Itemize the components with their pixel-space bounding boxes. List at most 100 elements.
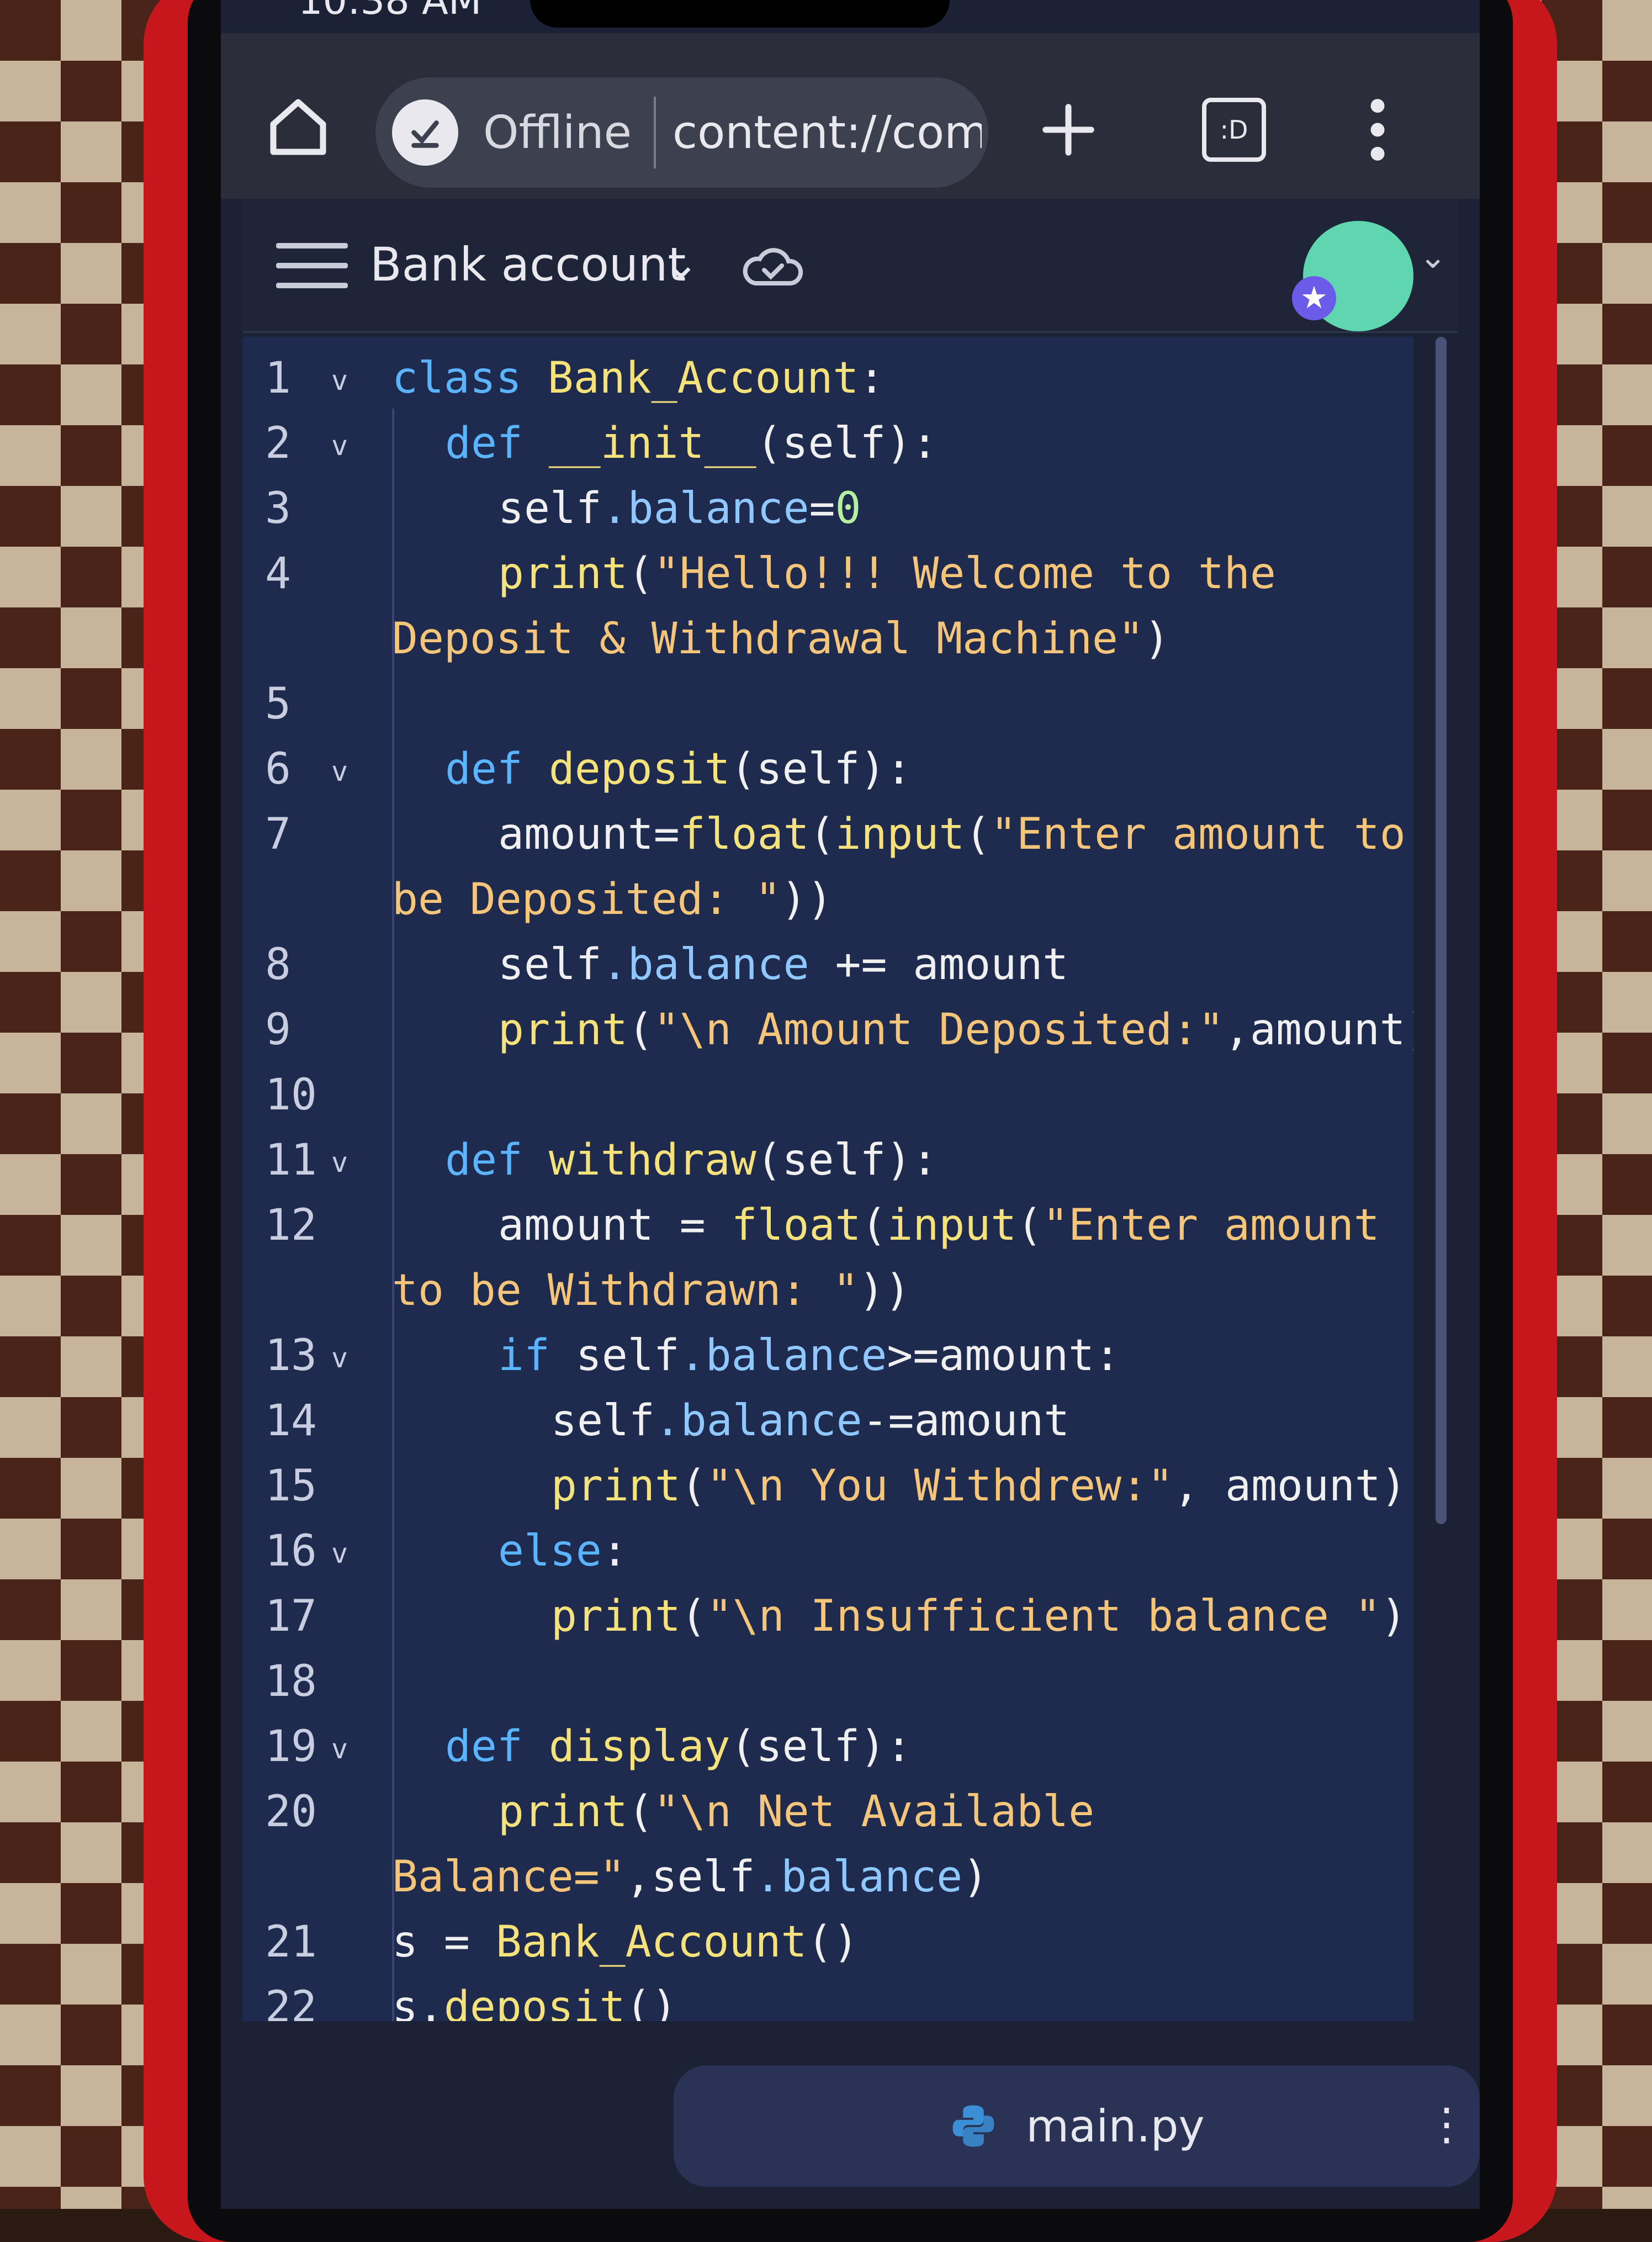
code-text: be Deposited: ")) (392, 875, 833, 924)
code-line[interactable]: 11 v def withdraw(self): (243, 1135, 1413, 1196)
line-number: 12 (265, 1201, 317, 1250)
code-line[interactable]: 16 v else: (243, 1526, 1413, 1587)
cloud-sync-icon[interactable] (740, 246, 806, 290)
code-text: def deposit(self): (445, 744, 912, 794)
code-token: Bank_Account (495, 1917, 807, 1967)
code-line[interactable]: 4 print("Hello!!! Welcome to the (243, 549, 1413, 610)
code-token: .balance (755, 1852, 963, 1902)
code-line[interactable]: be Deposited: ")) (243, 875, 1413, 935)
code-line[interactable]: 6 v def deposit(self): (243, 744, 1413, 805)
code-token: ) (962, 1852, 989, 1902)
code-line[interactable]: 13 v if self.balance>=amount: (243, 1331, 1413, 1392)
code-line[interactable]: to be Withdrawn: ")) (243, 1266, 1413, 1326)
more-options-button[interactable] (1336, 88, 1419, 171)
code-token: display (548, 1722, 730, 1772)
code-line[interactable]: 17 print("\n Insufficient balance ") (243, 1591, 1413, 1652)
code-editor[interactable]: 1 v class Bank_Account: 2 v def __init__(self… (243, 337, 1413, 2021)
menu-button[interactable] (276, 243, 348, 298)
code-line[interactable]: 22 s.deposit() (243, 1982, 1413, 2021)
offline-check-icon (392, 99, 458, 166)
home-button[interactable] (265, 94, 331, 160)
code-line[interactable]: 10 (243, 1070, 1413, 1131)
fold-toggle-icon[interactable]: v (331, 1342, 348, 1374)
line-number: 22 (265, 1982, 317, 2021)
code-token: def (445, 419, 549, 468)
code-token: be Deposited: " (392, 875, 781, 924)
code-token: "\n Insufficient balance " (706, 1591, 1381, 1641)
code-line[interactable]: 12 amount = float(input("Enter amount (243, 1201, 1413, 1261)
code-token: () (807, 1917, 859, 1967)
code-line[interactable]: 14 self.balance-=amount (243, 1396, 1413, 1457)
code-line[interactable]: 15 print("\n You Withdrew:", amount) (243, 1461, 1413, 1522)
code-line[interactable]: 9 print("\n Amount Deposited:",amount) (243, 1005, 1413, 1066)
plus-icon (1042, 104, 1094, 156)
code-token: .balance (679, 1331, 887, 1381)
code-token: .balance (601, 484, 809, 533)
code-token: (self): (730, 744, 912, 794)
code-token: ( (809, 810, 835, 859)
code-line[interactable]: Balance=",self.balance) (243, 1852, 1413, 1913)
file-menu-icon[interactable]: ⋮ (1425, 2098, 1469, 2150)
code-line[interactable]: 20 print("\n Net Available (243, 1787, 1413, 1848)
fold-toggle-icon[interactable]: v (331, 1733, 348, 1765)
code-line[interactable]: 5 (243, 679, 1413, 740)
code-text: amount=float(input("Enter amount to (498, 810, 1406, 859)
code-line[interactable]: 8 self.balance += amount (243, 940, 1413, 1001)
code-token: self (498, 484, 602, 533)
code-text: print("\n Insufficient balance ") (551, 1591, 1407, 1641)
code-line[interactable]: 19 v def display(self): (243, 1722, 1413, 1783)
star-badge-icon: ★ (1292, 276, 1336, 320)
line-number: 8 (265, 940, 291, 990)
code-token: self (575, 1331, 680, 1381)
code-token: )) (781, 875, 833, 924)
code-token: 0 (835, 484, 861, 533)
avatar[interactable]: ★ (1292, 221, 1413, 331)
new-tab-button[interactable] (1027, 88, 1110, 171)
code-text: Balance=",self.balance) (392, 1852, 988, 1902)
project-title[interactable]: Bank account (370, 237, 686, 292)
fold-toggle-icon[interactable]: v (331, 1537, 348, 1569)
code-token: print (498, 1005, 628, 1055)
fold-toggle-icon[interactable]: v (331, 755, 348, 787)
code-token: "\n Net Available (653, 1787, 1095, 1837)
phone-screen: 10:38 AM Offline content://com.\ (221, 0, 1480, 2209)
code-token: "Enter amount (1042, 1201, 1380, 1250)
code-token: ) (1143, 614, 1170, 664)
code-line[interactable]: 7 amount=float(input("Enter amount to (243, 810, 1413, 870)
code-token: .balance (654, 1396, 862, 1446)
code-line[interactable]: 3 self.balance=0 (243, 484, 1413, 544)
code-token: deposit (443, 1982, 626, 2021)
code-token: "\n Amount Deposited:" (653, 1005, 1224, 1055)
code-token: .balance (601, 940, 809, 990)
code-token: ( (861, 1201, 887, 1250)
code-token: self (498, 940, 602, 990)
code-text: def display(self): (445, 1722, 912, 1772)
code-text: amount = float(input("Enter amount (498, 1201, 1380, 1250)
code-token: to be Withdrawn: " (392, 1266, 859, 1315)
line-number: 4 (265, 549, 291, 599)
line-number: 20 (265, 1787, 317, 1837)
code-line[interactable]: 18 (243, 1657, 1413, 1717)
file-tab-main[interactable]: main.py ⋮ (674, 2065, 1480, 2187)
avatar-chevron-icon[interactable]: ⌄ (1419, 237, 1447, 276)
code-token: Balance=" (392, 1852, 626, 1902)
url-text[interactable]: content://com.\ (673, 107, 982, 159)
tab-switcher-button[interactable]: :D (1193, 88, 1275, 171)
status-time: 10:38 AM (298, 0, 482, 23)
code-token: deposit (548, 744, 730, 794)
fold-toggle-icon[interactable]: v (331, 430, 348, 462)
code-token: += amount (809, 940, 1069, 990)
file-name: main.py (1026, 2100, 1205, 2152)
code-line[interactable]: Deposit & Withdrawal Machine") (243, 614, 1413, 675)
code-text: to be Withdrawn: ")) (392, 1266, 910, 1315)
line-number: 10 (265, 1070, 317, 1120)
code-line[interactable]: 2 v def __init__(self): (243, 419, 1413, 479)
fold-toggle-icon[interactable]: v (331, 1146, 348, 1178)
editor-scrollbar[interactable] (1436, 337, 1447, 1524)
code-line[interactable]: 1 v class Bank_Account: (243, 353, 1413, 414)
chevron-down-icon[interactable]: ⌄ (663, 237, 700, 289)
code-line[interactable]: 21 s = Bank_Account() (243, 1917, 1413, 1978)
url-bar[interactable]: Offline content://com.\ (375, 77, 988, 188)
code-token: ( (1016, 1201, 1043, 1250)
fold-toggle-icon[interactable]: v (331, 364, 348, 396)
